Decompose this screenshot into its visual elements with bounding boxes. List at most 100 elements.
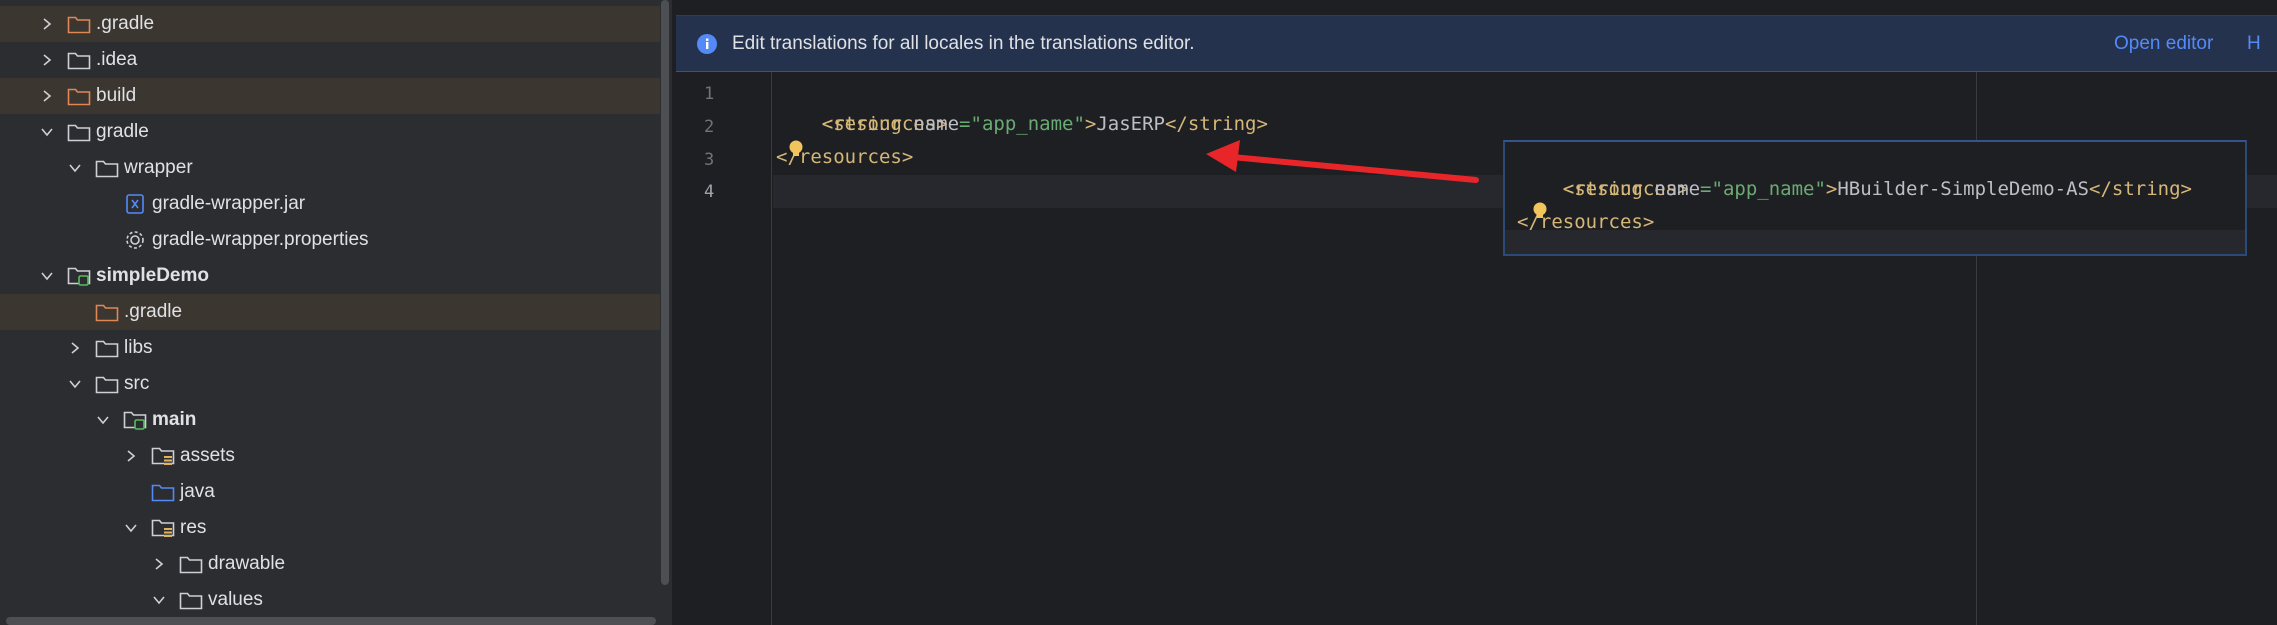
line-number: 2 bbox=[704, 117, 715, 137]
code-line-2[interactable]: <string name="app_name">JasERP</string> bbox=[776, 108, 1268, 141]
code-line-1[interactable]: <resources> bbox=[776, 75, 948, 135]
tree-item[interactable]: gradle bbox=[0, 114, 660, 150]
xml-equals: = bbox=[1700, 178, 1712, 200]
xml-tag: </string> bbox=[2089, 178, 2192, 200]
tree-item[interactable]: wrapper bbox=[0, 150, 660, 186]
comparison-snippet: <resources> <string name="app_name">HBui… bbox=[1503, 140, 2247, 256]
tree-item-label: java bbox=[180, 481, 215, 502]
folder-icon bbox=[67, 120, 91, 144]
chevron-right-icon[interactable] bbox=[37, 86, 57, 106]
tree-item[interactable]: gradle-wrapper.jar bbox=[0, 186, 660, 222]
chevron-down-icon[interactable] bbox=[149, 590, 169, 610]
vertical-scrollbar[interactable] bbox=[661, 0, 669, 585]
string-value: HBuilder-SimpleDemo-AS bbox=[1837, 178, 2090, 200]
tree-item[interactable]: gradle-wrapper.properties bbox=[0, 222, 660, 258]
chevron-right-icon[interactable] bbox=[121, 446, 141, 466]
tree-item-label: wrapper bbox=[124, 157, 193, 178]
chevron-placeholder bbox=[121, 482, 141, 502]
code-editor[interactable]: Edit translations for all locales in the… bbox=[676, 0, 2277, 625]
folder-icon bbox=[179, 552, 203, 576]
line-number: 1 bbox=[704, 84, 715, 104]
folder-icon bbox=[67, 12, 91, 36]
tree-item-label: .idea bbox=[96, 49, 138, 70]
archive-file-icon bbox=[123, 192, 147, 216]
tree-item[interactable]: .gradle bbox=[0, 6, 660, 42]
chevron-right-icon[interactable] bbox=[37, 14, 57, 34]
tree-item[interactable]: values bbox=[0, 582, 660, 618]
chevron-down-icon[interactable] bbox=[93, 410, 113, 430]
tree-item-label: gradle-wrapper.jar bbox=[152, 193, 306, 214]
tree-item-label: drawable bbox=[208, 553, 286, 574]
xml-tag: > bbox=[1825, 178, 1838, 200]
module-folder-icon bbox=[67, 264, 91, 288]
chevron-down-icon[interactable] bbox=[37, 122, 57, 142]
xml-attribute: name bbox=[913, 113, 960, 135]
tree-item[interactable]: assets bbox=[0, 438, 660, 474]
xml-tag: resources> bbox=[1539, 211, 1655, 233]
project-tree: .gradle .idea build gradle wrapper gradle-wra… bbox=[0, 0, 672, 625]
tree-item[interactable]: .gradle bbox=[0, 294, 660, 330]
line-number-gutter: 1 2 3 4 bbox=[676, 72, 772, 625]
module-folder-icon bbox=[123, 408, 147, 432]
folder-icon bbox=[67, 84, 91, 108]
line-number: 3 bbox=[704, 150, 715, 170]
open-editor-link[interactable]: Open editor bbox=[2114, 33, 2213, 55]
tree-item-label: gradle bbox=[96, 121, 149, 142]
tree-item[interactable]: libs bbox=[0, 330, 660, 366]
string-value: JasERP bbox=[1096, 113, 1165, 135]
hide-link[interactable]: H bbox=[2247, 33, 2261, 55]
tree-item[interactable]: drawable bbox=[0, 546, 660, 582]
chevron-right-icon[interactable] bbox=[37, 50, 57, 70]
xml-tag: <string bbox=[1562, 178, 1655, 200]
snippet-code-line-1: <resources> bbox=[1517, 140, 1689, 200]
tree-item-label: build bbox=[96, 85, 137, 106]
chevron-right-icon[interactable] bbox=[149, 554, 169, 574]
folder-icon bbox=[179, 588, 203, 612]
xml-equals: = bbox=[959, 113, 971, 135]
chevron-down-icon[interactable] bbox=[65, 158, 85, 178]
xml-tag: </string> bbox=[1164, 113, 1268, 135]
tree-item[interactable]: build bbox=[0, 78, 660, 114]
chevron-placeholder bbox=[93, 194, 113, 214]
tree-item[interactable]: .idea bbox=[0, 42, 660, 78]
resource-folder-icon bbox=[151, 516, 175, 540]
chevron-placeholder bbox=[93, 230, 113, 250]
tree-item[interactable]: simpleDemo bbox=[0, 258, 660, 294]
tree-item-label: values bbox=[208, 589, 263, 610]
chevron-placeholder bbox=[65, 302, 85, 322]
tree-item-label: gradle-wrapper.properties bbox=[152, 229, 369, 250]
tree-item[interactable]: java bbox=[0, 474, 660, 510]
gear-file-icon bbox=[123, 228, 147, 252]
xml-tag: > bbox=[1084, 113, 1097, 135]
tree-item-label: res bbox=[180, 517, 207, 538]
xml-attribute-value: "app_name" bbox=[970, 113, 1085, 135]
translations-banner: Edit translations for all locales in the… bbox=[676, 16, 2277, 72]
horizontal-scrollbar[interactable] bbox=[6, 617, 656, 625]
folder-icon bbox=[95, 300, 119, 324]
folder-icon bbox=[95, 156, 119, 180]
resource-folder-icon bbox=[151, 444, 175, 468]
folder-icon bbox=[95, 336, 119, 360]
tree-item[interactable]: res bbox=[0, 510, 660, 546]
xml-tag: <string bbox=[821, 113, 914, 135]
folder-icon bbox=[67, 48, 91, 72]
folder-icon bbox=[95, 372, 119, 396]
chevron-down-icon[interactable] bbox=[65, 374, 85, 394]
line-number: 4 bbox=[704, 182, 715, 202]
tree-item-label: .gradle bbox=[96, 13, 155, 34]
chevron-down-icon[interactable] bbox=[121, 518, 141, 538]
chevron-down-icon[interactable] bbox=[37, 266, 57, 286]
tree-item-label: src bbox=[124, 373, 150, 394]
lightbulb-icon bbox=[1532, 202, 1548, 224]
tree-item[interactable]: src bbox=[0, 366, 660, 402]
xml-attribute-value: "app_name" bbox=[1711, 178, 1826, 200]
tree-item[interactable]: main bbox=[0, 402, 660, 438]
lightbulb-icon[interactable] bbox=[788, 140, 804, 162]
tree-item-label: simpleDemo bbox=[96, 265, 209, 286]
editor-tab-strip bbox=[676, 0, 2277, 16]
source-folder-icon bbox=[151, 480, 175, 504]
tree-item-label: libs bbox=[124, 337, 153, 358]
chevron-right-icon[interactable] bbox=[65, 338, 85, 358]
